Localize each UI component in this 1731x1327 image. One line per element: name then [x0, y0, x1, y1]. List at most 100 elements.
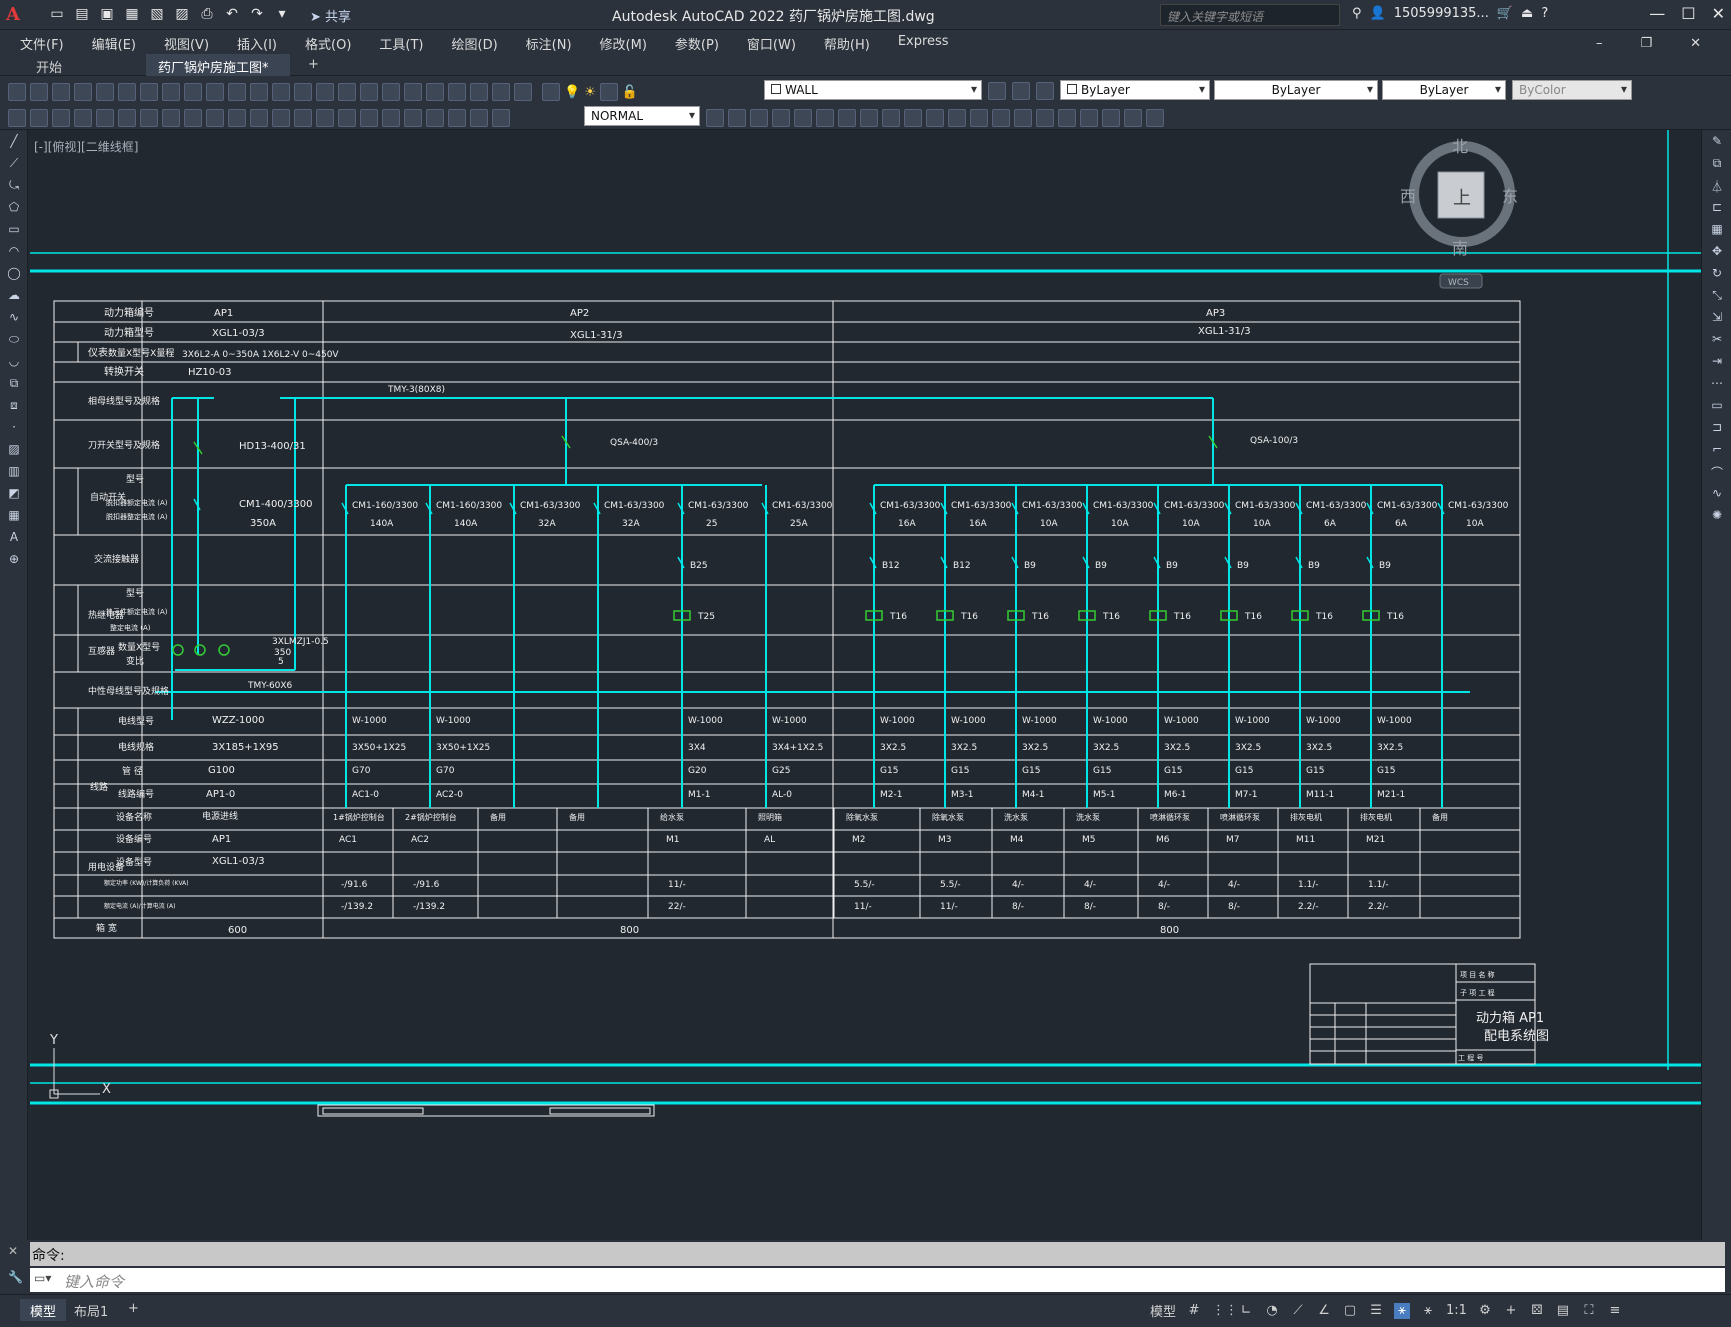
image-icon[interactable]: [1124, 109, 1142, 127]
arc-icon[interactable]: ◠: [5, 244, 23, 262]
search-input[interactable]: 键入关键字或短语: [1160, 4, 1340, 26]
table-icon[interactable]: ▦: [5, 508, 23, 526]
redo-icon[interactable]: ↷: [248, 5, 266, 23]
tab-add-button[interactable]: +: [296, 54, 324, 76]
maximize-icon[interactable]: ☐: [1681, 4, 1695, 23]
menu-help[interactable]: 帮助(H): [820, 30, 880, 54]
fullscreen-icon[interactable]: ⛶: [1581, 1303, 1597, 1319]
center-mark-icon[interactable]: [382, 109, 400, 127]
user-name[interactable]: 1505999135...: [1394, 6, 1489, 21]
layer-make-current-icon[interactable]: [988, 82, 1006, 100]
baseline-icon[interactable]: [272, 109, 290, 127]
viewcube-south[interactable]: 南: [1452, 239, 1468, 258]
aligned-dim-icon[interactable]: [96, 109, 114, 127]
offset-side-icon[interactable]: ⊏: [1708, 200, 1726, 218]
quick-props-icon[interactable]: ▤: [1555, 1303, 1571, 1319]
stretch-side-icon[interactable]: ⇲: [1708, 310, 1726, 328]
layer-state-icon[interactable]: [1036, 82, 1054, 100]
layer-previous-icon[interactable]: [1012, 82, 1030, 100]
make-block-icon[interactable]: ⧈: [5, 398, 23, 416]
menu-modify[interactable]: 修改(M): [596, 30, 657, 54]
menu-window[interactable]: 窗口(W): [743, 30, 806, 54]
open-web-icon[interactable]: ▧: [148, 5, 166, 23]
line-icon[interactable]: ╱: [5, 134, 23, 152]
point-icon[interactable]: ·: [5, 420, 23, 438]
properties-icon[interactable]: [382, 83, 400, 101]
workspace-icon[interactable]: ⚙: [1477, 1303, 1493, 1319]
save-tool-icon[interactable]: [52, 83, 70, 101]
doc-restore-icon[interactable]: ❐: [1636, 32, 1662, 51]
viewcube[interactable]: 上 北 南 东 西 WCS: [1400, 137, 1518, 289]
cart-icon[interactable]: 🛒: [1497, 6, 1513, 21]
model-space-button[interactable]: 模型: [1150, 1301, 1176, 1320]
autocad-logo-icon[interactable]: A: [6, 4, 20, 25]
osnap-icon[interactable]: ▢: [1342, 1303, 1358, 1319]
command-recent-icon[interactable]: ▭▾: [34, 1271, 51, 1285]
fillet-side-icon[interactable]: ⌒: [1708, 464, 1726, 482]
undo-icon[interactable]: ↶: [223, 5, 241, 23]
plot-tool-icon[interactable]: [74, 83, 92, 101]
tolerance-icon[interactable]: [360, 109, 378, 127]
menu-format[interactable]: 格式(O): [301, 30, 361, 54]
a360-icon[interactable]: ⏏: [1521, 6, 1533, 21]
layer-manager-icon[interactable]: [542, 83, 560, 101]
explode-icon[interactable]: [1036, 109, 1054, 127]
polyline-icon[interactable]: ⤿: [5, 178, 23, 196]
rotate-side-icon[interactable]: ↻: [1708, 266, 1726, 284]
ordinate-icon[interactable]: [140, 109, 158, 127]
menu-parametric[interactable]: 参数(P): [671, 30, 729, 54]
command-customize-icon[interactable]: 🔧: [8, 1270, 23, 1284]
move-side-icon[interactable]: ✥: [1708, 244, 1726, 262]
tool-palettes-icon[interactable]: [426, 83, 444, 101]
dimstyle-dropdown[interactable]: NORMAL: [584, 106, 700, 126]
tab-layout1[interactable]: 布局1: [64, 1299, 118, 1321]
plus-icon[interactable]: +: [1503, 1303, 1519, 1319]
polar-icon[interactable]: ◔: [1264, 1303, 1280, 1319]
tab-document[interactable]: 药厂锅炉房施工图* ✕: [146, 54, 290, 91]
menu-dimension[interactable]: 标注(N): [522, 30, 582, 54]
menu-draw[interactable]: 绘图(D): [448, 30, 508, 54]
snap-icon[interactable]: ⋮⋮: [1212, 1303, 1238, 1319]
blend-icon[interactable]: ∿: [1708, 486, 1726, 504]
lineweight-dropdown[interactable]: ByLayer: [1382, 80, 1506, 100]
zoom-window-icon[interactable]: [338, 83, 356, 101]
extend-side-icon[interactable]: ⇥: [1708, 354, 1726, 372]
break-icon[interactable]: [948, 109, 966, 127]
menu-file[interactable]: 文件(F): [16, 30, 74, 54]
scale-side-icon[interactable]: ⤡: [1708, 288, 1726, 306]
minimize-icon[interactable]: —: [1649, 4, 1665, 23]
arc-length-icon[interactable]: [118, 109, 136, 127]
rotate-icon[interactable]: [838, 109, 856, 127]
dim-update-icon[interactable]: [492, 109, 510, 127]
preview-icon[interactable]: [96, 83, 114, 101]
viewcube-east[interactable]: 东: [1502, 187, 1518, 206]
revcloud-icon[interactable]: ☁: [5, 288, 23, 306]
dim-space-icon[interactable]: [316, 109, 334, 127]
new-tool-icon[interactable]: [8, 83, 26, 101]
lineweight-icon[interactable]: ☰: [1368, 1303, 1384, 1319]
close-icon[interactable]: ✕: [1712, 4, 1725, 23]
color-dropdown[interactable]: ByLayer: [1060, 80, 1210, 100]
group-icon[interactable]: [1146, 109, 1164, 127]
angular-icon[interactable]: [228, 109, 246, 127]
3d-print-icon[interactable]: [140, 83, 158, 101]
jogged-linear-icon[interactable]: [426, 109, 444, 127]
array-side-icon[interactable]: ▦: [1708, 222, 1726, 240]
linear-dim-icon[interactable]: [74, 109, 92, 127]
save-as-icon[interactable]: ▦: [123, 5, 141, 23]
doc-minimize-icon[interactable]: –: [1592, 32, 1613, 51]
search-icon[interactable]: ⚲: [1352, 6, 1362, 21]
calculator-icon[interactable]: [492, 83, 510, 101]
move-icon[interactable]: [816, 109, 834, 127]
layer-on-icon[interactable]: 💡: [564, 85, 580, 100]
offset-icon[interactable]: [772, 109, 790, 127]
chamfer-icon[interactable]: [992, 109, 1010, 127]
copy-side-icon[interactable]: ⧉: [1708, 156, 1726, 174]
ortho-icon[interactable]: ∟: [1238, 1303, 1254, 1319]
doc-close-icon[interactable]: ✕: [1686, 32, 1711, 51]
copy-icon[interactable]: [184, 83, 202, 101]
new-icon[interactable]: ▭: [48, 5, 66, 23]
save-web-icon[interactable]: ▨: [173, 5, 191, 23]
paste-icon[interactable]: [206, 83, 224, 101]
fillet-icon[interactable]: [1014, 109, 1032, 127]
